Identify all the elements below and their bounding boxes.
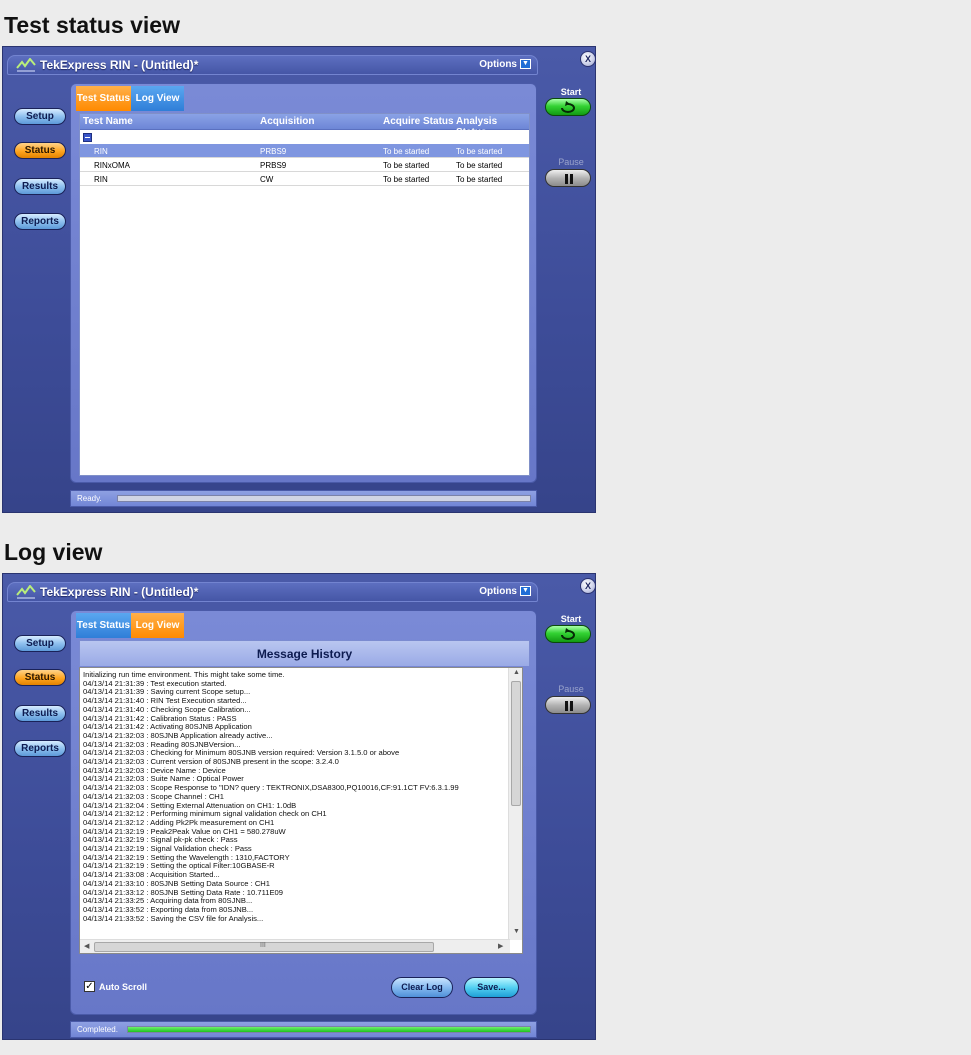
- status-text: Ready.: [77, 494, 102, 503]
- column-header-test-name[interactable]: Test Name: [83, 116, 133, 127]
- chevron-down-icon: ▼: [520, 59, 531, 70]
- status-bar: Completed.: [70, 1021, 537, 1038]
- status-bar: Ready.: [70, 490, 537, 507]
- table-row[interactable]: RIN CW To be started To be started: [80, 172, 529, 186]
- start-button[interactable]: [545, 98, 591, 116]
- refresh-icon: [561, 628, 575, 640]
- nav-status-button[interactable]: Status: [14, 669, 66, 686]
- tab-test-status[interactable]: Test Status: [76, 613, 131, 638]
- section-title-status: Test status view: [4, 12, 180, 38]
- pause-label: Pause: [558, 157, 584, 167]
- close-button[interactable]: X: [580, 51, 596, 67]
- table-row[interactable]: RINxOMA PRBS9 To be started To be starte…: [80, 158, 529, 172]
- auto-scroll-label: Auto Scroll: [99, 982, 148, 992]
- cell-acquire-status: To be started: [383, 161, 430, 170]
- cell-analysis-status: To be started: [456, 175, 503, 184]
- cell-acquire-status: To be started: [383, 175, 430, 184]
- options-menu[interactable]: Options ▼: [479, 59, 531, 70]
- log-lines: Initializing run time environment. This …: [83, 671, 507, 943]
- pause-label: Pause: [558, 684, 584, 694]
- test-status-table: Test Name Acquisition Acquire Status Ana…: [79, 113, 530, 476]
- options-menu[interactable]: Options ▼: [479, 586, 531, 597]
- section-title-log: Log view: [4, 539, 103, 565]
- cell-test-name: RINxOMA: [94, 161, 130, 170]
- app-window-status: TekExpress RIN - (Untitled)* Options ▼ X …: [2, 46, 596, 513]
- start-label: Start: [560, 87, 582, 97]
- scroll-left-icon[interactable]: ◀: [84, 942, 89, 950]
- log-line: 04/13/14 21:33:52 : Saving the CSV file …: [83, 913, 264, 923]
- cell-test-name: RIN: [94, 175, 108, 184]
- tab-log-view[interactable]: Log View: [131, 86, 184, 111]
- refresh-icon: [561, 101, 575, 113]
- horizontal-scrollbar[interactable]: ◀ III ▶: [80, 939, 510, 953]
- app-window-log: TekExpress RIN - (Untitled)* Options ▼ X …: [2, 573, 596, 1040]
- cell-acquire-status: To be started: [383, 147, 430, 156]
- pause-icon: [565, 701, 573, 711]
- nav-setup-button[interactable]: Setup: [14, 635, 66, 652]
- close-button[interactable]: X: [580, 578, 596, 594]
- tab-test-status[interactable]: Test Status: [76, 86, 131, 111]
- nav-setup-button[interactable]: Setup: [14, 108, 66, 125]
- tekexpress-logo-icon: [16, 585, 36, 599]
- save-log-button[interactable]: Save...: [464, 977, 519, 998]
- nav-reports-button[interactable]: Reports: [14, 740, 66, 757]
- status-text: Completed.: [77, 1025, 118, 1034]
- table-header: Test Name Acquisition Acquire Status Ana…: [80, 114, 529, 138]
- cell-acquisition: CW: [260, 175, 274, 184]
- start-button[interactable]: [545, 625, 591, 643]
- scroll-down-icon[interactable]: ▼: [513, 928, 520, 935]
- cell-analysis-status: To be started: [456, 147, 503, 156]
- title-bar: TekExpress RIN - (Untitled)* Options ▼: [7, 582, 538, 602]
- column-header-analysis-status[interactable]: Analysis Status: [456, 116, 529, 138]
- log-panel: Test Status Log View Message History Ini…: [70, 610, 537, 1015]
- pause-button[interactable]: [545, 696, 591, 714]
- nav-reports-button[interactable]: Reports: [14, 213, 66, 230]
- tab-log-view[interactable]: Log View: [131, 613, 184, 638]
- progress-bar: [127, 1026, 531, 1033]
- log-textarea[interactable]: Initializing run time environment. This …: [79, 667, 523, 954]
- tekexpress-logo-icon: [16, 58, 36, 72]
- progress-fill: [128, 1027, 530, 1032]
- nav-status-button[interactable]: Status: [14, 142, 66, 159]
- vertical-scrollbar[interactable]: ▲ ▼: [508, 668, 522, 940]
- nav-results-button[interactable]: Results: [14, 705, 66, 722]
- column-header-acquisition[interactable]: Acquisition: [260, 116, 314, 127]
- title-bar: TekExpress RIN - (Untitled)* Options ▼: [7, 55, 538, 75]
- progress-bar: [117, 495, 531, 502]
- column-header-acquire-status[interactable]: Acquire Status: [383, 116, 454, 127]
- scroll-up-icon[interactable]: ▲: [513, 669, 520, 676]
- collapse-icon[interactable]: [83, 133, 92, 142]
- chevron-down-icon: ▼: [520, 586, 531, 597]
- table-row[interactable]: RIN PRBS9 To be started To be started: [80, 144, 529, 158]
- vertical-scroll-thumb[interactable]: [511, 681, 521, 806]
- cell-acquisition: PRBS9: [260, 147, 287, 156]
- pause-button[interactable]: [545, 169, 591, 187]
- message-history-header: Message History: [79, 640, 530, 666]
- pause-icon: [565, 174, 573, 184]
- cell-acquisition: PRBS9: [260, 161, 287, 170]
- window-title: TekExpress RIN - (Untitled)*: [40, 585, 199, 599]
- cell-analysis-status: To be started: [456, 161, 503, 170]
- start-label: Start: [560, 614, 582, 624]
- auto-scroll-checkbox[interactable]: ✓: [84, 981, 95, 992]
- nav-results-button[interactable]: Results: [14, 178, 66, 195]
- scroll-right-icon[interactable]: ▶: [498, 942, 503, 950]
- status-panel: Test Status Log View Test Name Acquisiti…: [70, 83, 537, 483]
- clear-log-button[interactable]: Clear Log: [391, 977, 453, 998]
- window-title: TekExpress RIN - (Untitled)*: [40, 58, 199, 72]
- scroll-grip: III: [260, 942, 266, 949]
- horizontal-scroll-thumb[interactable]: III: [94, 942, 434, 952]
- cell-test-name: RIN: [94, 147, 108, 156]
